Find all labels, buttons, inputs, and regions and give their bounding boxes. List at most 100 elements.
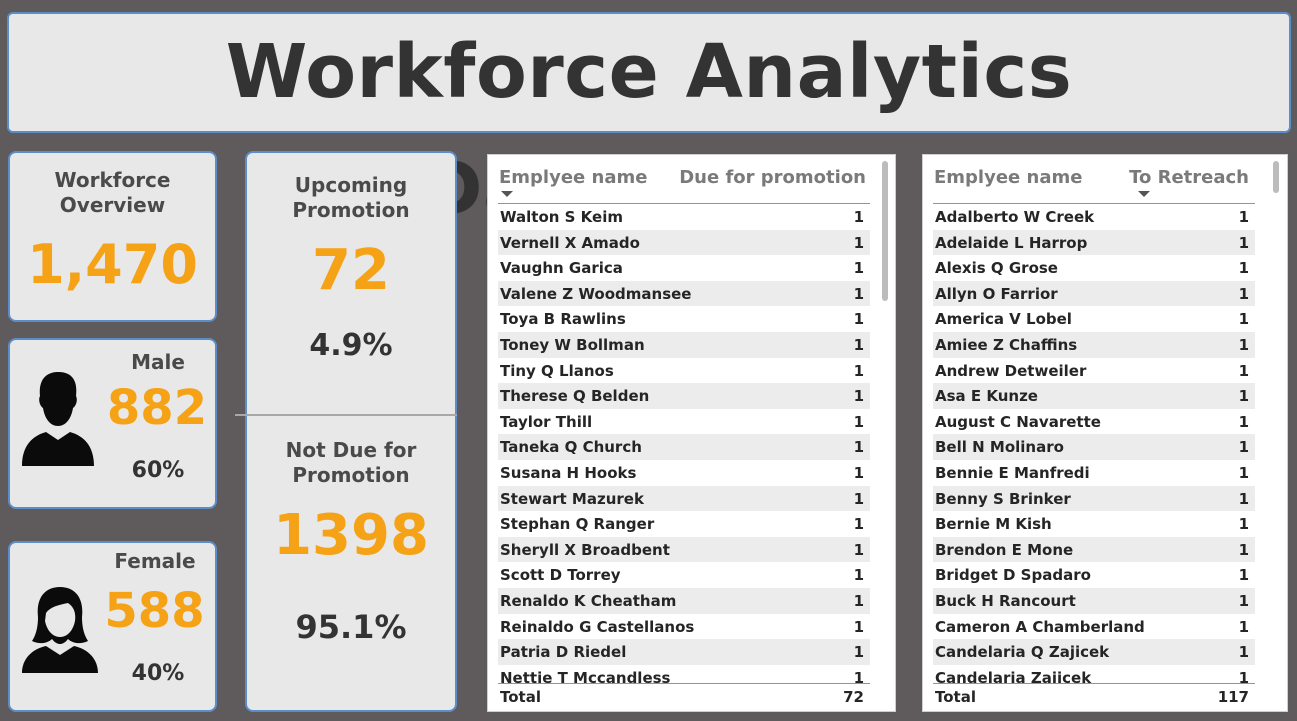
table-row[interactable]: Taylor Thill 1 — [498, 409, 870, 435]
not-due-percent: 95.1% — [295, 608, 407, 646]
not-due-label-line2: Promotion — [292, 463, 410, 487]
value-cell: 1 — [853, 566, 864, 585]
employee-name-cell: Tiny Q Llanos — [500, 361, 614, 380]
table-row[interactable]: Amiee Z Chaffins 1 — [933, 331, 1255, 358]
employee-name-cell: Stewart Mazurek — [500, 489, 644, 508]
table-row[interactable]: Buck H Rancourt 1 — [933, 587, 1255, 614]
value-cell: 1 — [1238, 566, 1249, 585]
table-row[interactable]: Susana H Hooks 1 — [498, 460, 870, 486]
employee-name-cell: Alexis Q Grose — [935, 259, 1058, 278]
value-cell: 1 — [853, 412, 864, 431]
table-row[interactable]: Bridget D Spadaro 1 — [933, 562, 1255, 588]
promotion-col-name-header[interactable]: Emplyee name — [499, 167, 647, 188]
table-row[interactable]: Nettie T Mccandless 1 — [498, 665, 870, 683]
table-row[interactable]: Toney W Bollman 1 — [498, 331, 870, 358]
table-row[interactable]: Walton S Keim 1 — [498, 204, 870, 230]
employee-name-cell: Vaughn Garica — [500, 259, 623, 278]
value-cell: 1 — [1238, 438, 1249, 457]
value-cell: 1 — [1238, 335, 1249, 354]
overview-label-line2: Overview — [59, 193, 166, 217]
value-cell: 1 — [853, 335, 864, 354]
table-row[interactable]: Toya B Rawlins 1 — [498, 306, 870, 332]
employee-name-cell: Amiee Z Chaffins — [935, 335, 1078, 354]
table-row[interactable]: Sheryll X Broadbent 1 — [498, 536, 870, 563]
employee-name-cell: Sheryll X Broadbent — [500, 540, 670, 559]
promotion-table-header: Emplyee name Due for promotion — [498, 165, 870, 204]
value-cell: 1 — [1238, 361, 1249, 380]
value-cell: 1 — [1238, 643, 1249, 662]
promotion-table-scrollbar[interactable] — [882, 161, 888, 301]
employee-name-cell: America V Lobel — [935, 310, 1072, 329]
table-row[interactable]: Bennie E Manfredi 1 — [933, 460, 1255, 486]
employee-name-cell: Walton S Keim — [500, 208, 623, 226]
table-row[interactable]: Bell N Molinaro 1 — [933, 434, 1255, 460]
table-row[interactable]: Bernie M Kish 1 — [933, 511, 1255, 537]
male-card[interactable]: Male 882 60% — [8, 338, 217, 509]
table-row[interactable]: Andrew Detweiler 1 — [933, 358, 1255, 384]
value-cell: 1 — [1238, 387, 1249, 406]
promotion-total-value: 72 — [843, 688, 864, 706]
value-cell: 1 — [1238, 259, 1249, 278]
employee-name-cell: Bennie E Manfredi — [935, 463, 1090, 482]
table-row[interactable]: Brendon E Mone 1 — [933, 536, 1255, 563]
retreach-col-value-header[interactable]: To Retreach — [1129, 167, 1249, 188]
retreach-table[interactable]: Emplyee name To Retreach Adalberto W Cre… — [922, 154, 1288, 712]
retreach-table-header: Emplyee name To Retreach — [933, 165, 1255, 204]
table-row[interactable]: Asa E Kunze 1 — [933, 383, 1255, 409]
retreach-table-scrollbar[interactable] — [1273, 161, 1279, 193]
table-row[interactable]: Valene Z Woodmansee 1 — [498, 280, 870, 307]
table-row[interactable]: Stewart Mazurek 1 — [498, 485, 870, 512]
employee-name-cell: Toney W Bollman — [500, 335, 645, 354]
table-row[interactable]: Stephan Q Ranger 1 — [498, 511, 870, 537]
value-cell: 1 — [853, 438, 864, 457]
table-row[interactable]: Scott D Torrey 1 — [498, 562, 870, 588]
employee-name-cell: Taylor Thill — [500, 412, 593, 431]
workforce-overview-card[interactable]: Workforce Overview 1,470 — [8, 151, 217, 322]
table-row[interactable]: Cameron A Chamberland 1 — [933, 614, 1255, 640]
table-row[interactable]: Alexis Q Grose 1 — [933, 255, 1255, 281]
table-row[interactable]: Patria D Riedel 1 — [498, 639, 870, 665]
upcoming-value: 72 — [312, 238, 390, 303]
table-row[interactable]: August C Navarette 1 — [933, 409, 1255, 435]
promotion-table[interactable]: Emplyee name Due for promotion Walton S … — [487, 154, 896, 712]
retreach-total-row: Total 117 — [933, 683, 1255, 710]
promotion-table-body[interactable]: Walton S Keim 1 Vernell X Amado 1 Vaughn Gar… — [498, 204, 870, 683]
employee-name-cell: Valene Z Woodmansee — [500, 284, 692, 303]
table-row[interactable]: Benny S Brinker 1 — [933, 485, 1255, 512]
promotion-total-label: Total — [500, 688, 541, 706]
employee-name-cell: Patria D Riedel — [500, 643, 627, 662]
employee-name-cell: Cameron A Chamberland — [935, 617, 1145, 636]
table-row[interactable]: Candelaria Q Zajicek 1 — [933, 639, 1255, 665]
retreach-col-name-header[interactable]: Emplyee name — [934, 167, 1082, 188]
value-cell: 1 — [1238, 515, 1249, 534]
table-row[interactable]: Adelaide L Harrop 1 — [933, 229, 1255, 256]
value-cell: 1 — [853, 617, 864, 636]
promotion-card[interactable]: Upcoming Promotion 72 4.9% Not Due for P… — [235, 151, 457, 712]
value-cell: 1 — [853, 208, 864, 226]
value-cell: 1 — [853, 515, 864, 534]
employee-name-cell: Allyn O Farrior — [935, 284, 1058, 303]
table-row[interactable]: Reinaldo G Castellanos 1 — [498, 614, 870, 640]
female-card[interactable]: Female 588 40% — [8, 541, 217, 712]
table-row[interactable]: Candelaria Zajicek 1 — [933, 665, 1255, 683]
table-row[interactable]: Allyn O Farrior 1 — [933, 280, 1255, 307]
male-label: Male — [131, 350, 185, 374]
sort-down-icon[interactable] — [501, 191, 513, 197]
not-due-label: Not Due for Promotion — [247, 438, 455, 488]
promotion-col-value-header[interactable]: Due for promotion — [679, 167, 866, 188]
table-row[interactable]: Adalberto W Creek 1 — [933, 204, 1255, 230]
table-row[interactable]: America V Lobel 1 — [933, 306, 1255, 332]
value-cell: 1 — [1238, 463, 1249, 482]
not-due-label-line1: Not Due for — [285, 438, 417, 462]
table-row[interactable]: Tiny Q Llanos 1 — [498, 358, 870, 384]
title-card: Workforce Analytics Dashboard — [7, 12, 1291, 232]
sort-down-icon[interactable] — [1138, 191, 1150, 197]
table-row[interactable]: Taneka Q Church 1 — [498, 434, 870, 460]
overview-label-line1: Workforce — [54, 168, 171, 192]
retreach-table-body[interactable]: Adalberto W Creek 1 Adelaide L Harrop 1 Alex… — [933, 204, 1255, 683]
table-row[interactable]: Vaughn Garica 1 — [498, 255, 870, 281]
upcoming-label: Upcoming Promotion — [247, 173, 455, 223]
table-row[interactable]: Therese Q Belden 1 — [498, 383, 870, 409]
table-row[interactable]: Vernell X Amado 1 — [498, 229, 870, 256]
table-row[interactable]: Renaldo K Cheatham 1 — [498, 587, 870, 614]
